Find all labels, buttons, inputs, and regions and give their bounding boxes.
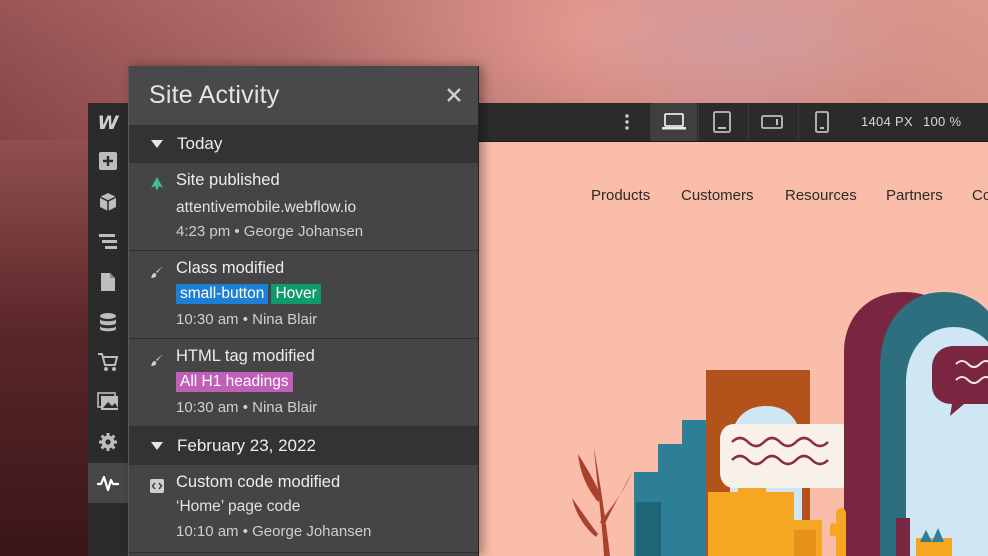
webflow-logo[interactable]: W: [88, 103, 128, 143]
pages-icon: [101, 273, 115, 291]
section-header-date[interactable]: February 23, 2022: [129, 427, 478, 466]
class-tag: small-button: [176, 284, 269, 304]
phone-portrait-icon: [815, 111, 829, 133]
designer-toolbar: 1404 PX 100 %: [476, 103, 988, 142]
cms-button[interactable]: [88, 302, 128, 342]
navigator-button[interactable]: [88, 221, 128, 261]
breakpoint-landscape-button[interactable]: [748, 103, 795, 141]
entry-title: Site published: [176, 171, 280, 189]
settings-button[interactable]: [88, 422, 128, 462]
entry-meta: 4:23 pm • George Johansen: [176, 223, 364, 240]
breakpoint-desktop-button[interactable]: [650, 103, 697, 141]
entry-detail: ‘Home’ page code: [176, 498, 301, 515]
tablet-icon: [713, 111, 731, 133]
brush-icon: [151, 354, 163, 366]
pages-button[interactable]: [88, 262, 128, 302]
add-elements-button[interactable]: [88, 141, 128, 181]
section-header-today[interactable]: Today: [129, 125, 478, 164]
entry-title: Class modified: [176, 259, 285, 277]
activity-entry[interactable]: HTML tag modified All H1 headings 10:30 …: [129, 339, 478, 427]
entry-title: HTML tag modified: [176, 347, 315, 365]
activity-entry[interactable]: Site published attentivemobile.webflow.i…: [129, 163, 478, 251]
laptop-icon: [662, 113, 686, 130]
phone-landscape-icon: [761, 115, 783, 129]
canvas-width-readout: 1404 PX: [861, 114, 913, 129]
ecommerce-button[interactable]: [88, 342, 128, 382]
cube-icon: [99, 193, 117, 211]
symbols-button[interactable]: [88, 182, 128, 222]
activity-entry[interactable]: Custom code modified ‘Home’ page code 10…: [129, 465, 478, 553]
webflow-logo-mark: W: [97, 112, 119, 134]
activity-icon: [97, 475, 119, 492]
breakpoint-portrait-button[interactable]: [798, 103, 845, 141]
entry-meta: 10:10 am • George Johansen: [176, 523, 372, 540]
brush-icon: [151, 266, 163, 278]
panel-title: Site Activity: [149, 81, 280, 109]
breakpoint-tablet-button[interactable]: [698, 103, 745, 141]
panel-header: Site Activity: [129, 66, 478, 126]
entry-title: Custom code modified: [176, 473, 341, 491]
section-label: Today: [177, 134, 223, 153]
state-tag: Hover: [271, 284, 321, 304]
code-icon: [150, 479, 164, 493]
entry-tags: All H1 headings: [176, 372, 296, 392]
more-options-icon[interactable]: [622, 112, 632, 132]
settings-icon: [99, 433, 117, 451]
entry-detail: attentivemobile.webflow.io: [176, 199, 357, 216]
design-canvas[interactable]: Products Customers Resources Partners Co: [476, 142, 988, 556]
chevron-down-icon: [151, 140, 163, 148]
entry-meta: 10:30 am • Nina Blair: [176, 311, 318, 328]
site-activity-panel: Site Activity Today Site published atten…: [128, 66, 479, 556]
zoom-readout: 100 %: [923, 114, 962, 129]
left-tool-rail: W: [88, 103, 129, 556]
chevron-down-icon: [151, 442, 163, 450]
add-icon: [99, 152, 117, 170]
section-label: February 23, 2022: [177, 436, 316, 455]
entry-tags: small-button Hover: [176, 284, 324, 304]
hero-illustration: [572, 292, 988, 556]
entry-meta: 10:30 am • Nina Blair: [176, 399, 318, 416]
close-icon[interactable]: [442, 83, 466, 107]
publish-icon: [151, 177, 163, 191]
ecommerce-icon: [98, 353, 119, 371]
cms-icon: [100, 313, 116, 332]
activity-log-button[interactable]: [88, 463, 128, 503]
html-tag: All H1 headings: [176, 372, 293, 392]
assets-button[interactable]: [88, 382, 128, 422]
assets-icon: [97, 392, 118, 410]
activity-entry[interactable]: Class modified small-button Hover 10:30 a…: [129, 251, 478, 339]
navigator-icon: [99, 234, 117, 249]
